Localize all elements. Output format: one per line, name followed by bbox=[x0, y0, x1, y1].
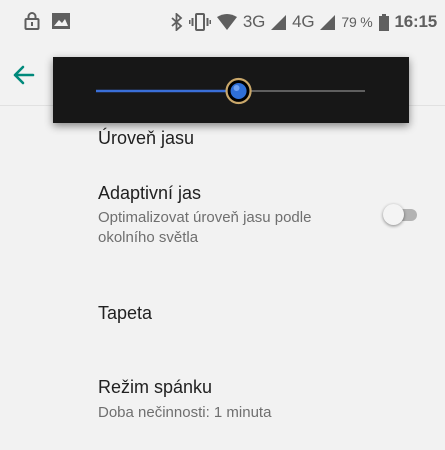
adaptive-brightness-summary: Optimalizovat úroveň jasu podle okolního… bbox=[98, 209, 312, 246]
battery-percent: 79 % bbox=[341, 14, 373, 30]
back-arrow-icon[interactable] bbox=[8, 60, 38, 90]
status-bar-left bbox=[24, 12, 70, 30]
adaptive-brightness-item[interactable]: Adaptivní jas Optimalizovat úroveň jasu … bbox=[98, 183, 360, 248]
brightness-slider[interactable] bbox=[53, 57, 409, 123]
vibrate-icon bbox=[188, 13, 211, 31]
wifi-icon bbox=[216, 14, 237, 30]
signal-icon bbox=[320, 14, 336, 30]
image-notification-icon bbox=[52, 13, 70, 29]
lock-icon bbox=[24, 12, 40, 30]
sleep-title: Režim spánku bbox=[98, 377, 213, 397]
sleep-item[interactable]: Režim spánku Doba nečinnosti: 1 minuta bbox=[98, 377, 271, 423]
network-4g-label: 4G bbox=[292, 12, 315, 31]
status-bar: 3G 4G 79 % 16:15 bbox=[0, 0, 445, 46]
brightness-level-item[interactable]: Úroveň jasu bbox=[98, 128, 194, 149]
clock: 16:15 bbox=[394, 12, 438, 31]
brightness-level-title: Úroveň jasu bbox=[98, 128, 195, 148]
toggle-thumb bbox=[383, 204, 404, 225]
signal-icon bbox=[271, 14, 287, 30]
wallpaper-title: Tapeta bbox=[98, 303, 153, 323]
status-bar-right: 3G 4G 79 % 16:15 bbox=[171, 12, 437, 32]
sleep-summary: Doba nečinnosti: 1 minuta bbox=[98, 404, 272, 421]
bluetooth-icon bbox=[171, 13, 183, 31]
brightness-dialog bbox=[53, 57, 409, 123]
adaptive-brightness-toggle[interactable] bbox=[383, 204, 419, 225]
network-3g-label: 3G bbox=[242, 12, 266, 31]
battery-icon bbox=[378, 13, 389, 31]
slider-thumb[interactable] bbox=[225, 77, 252, 105]
wallpaper-item[interactable]: Tapeta bbox=[98, 303, 152, 324]
adaptive-brightness-title: Adaptivní jas bbox=[98, 183, 202, 203]
